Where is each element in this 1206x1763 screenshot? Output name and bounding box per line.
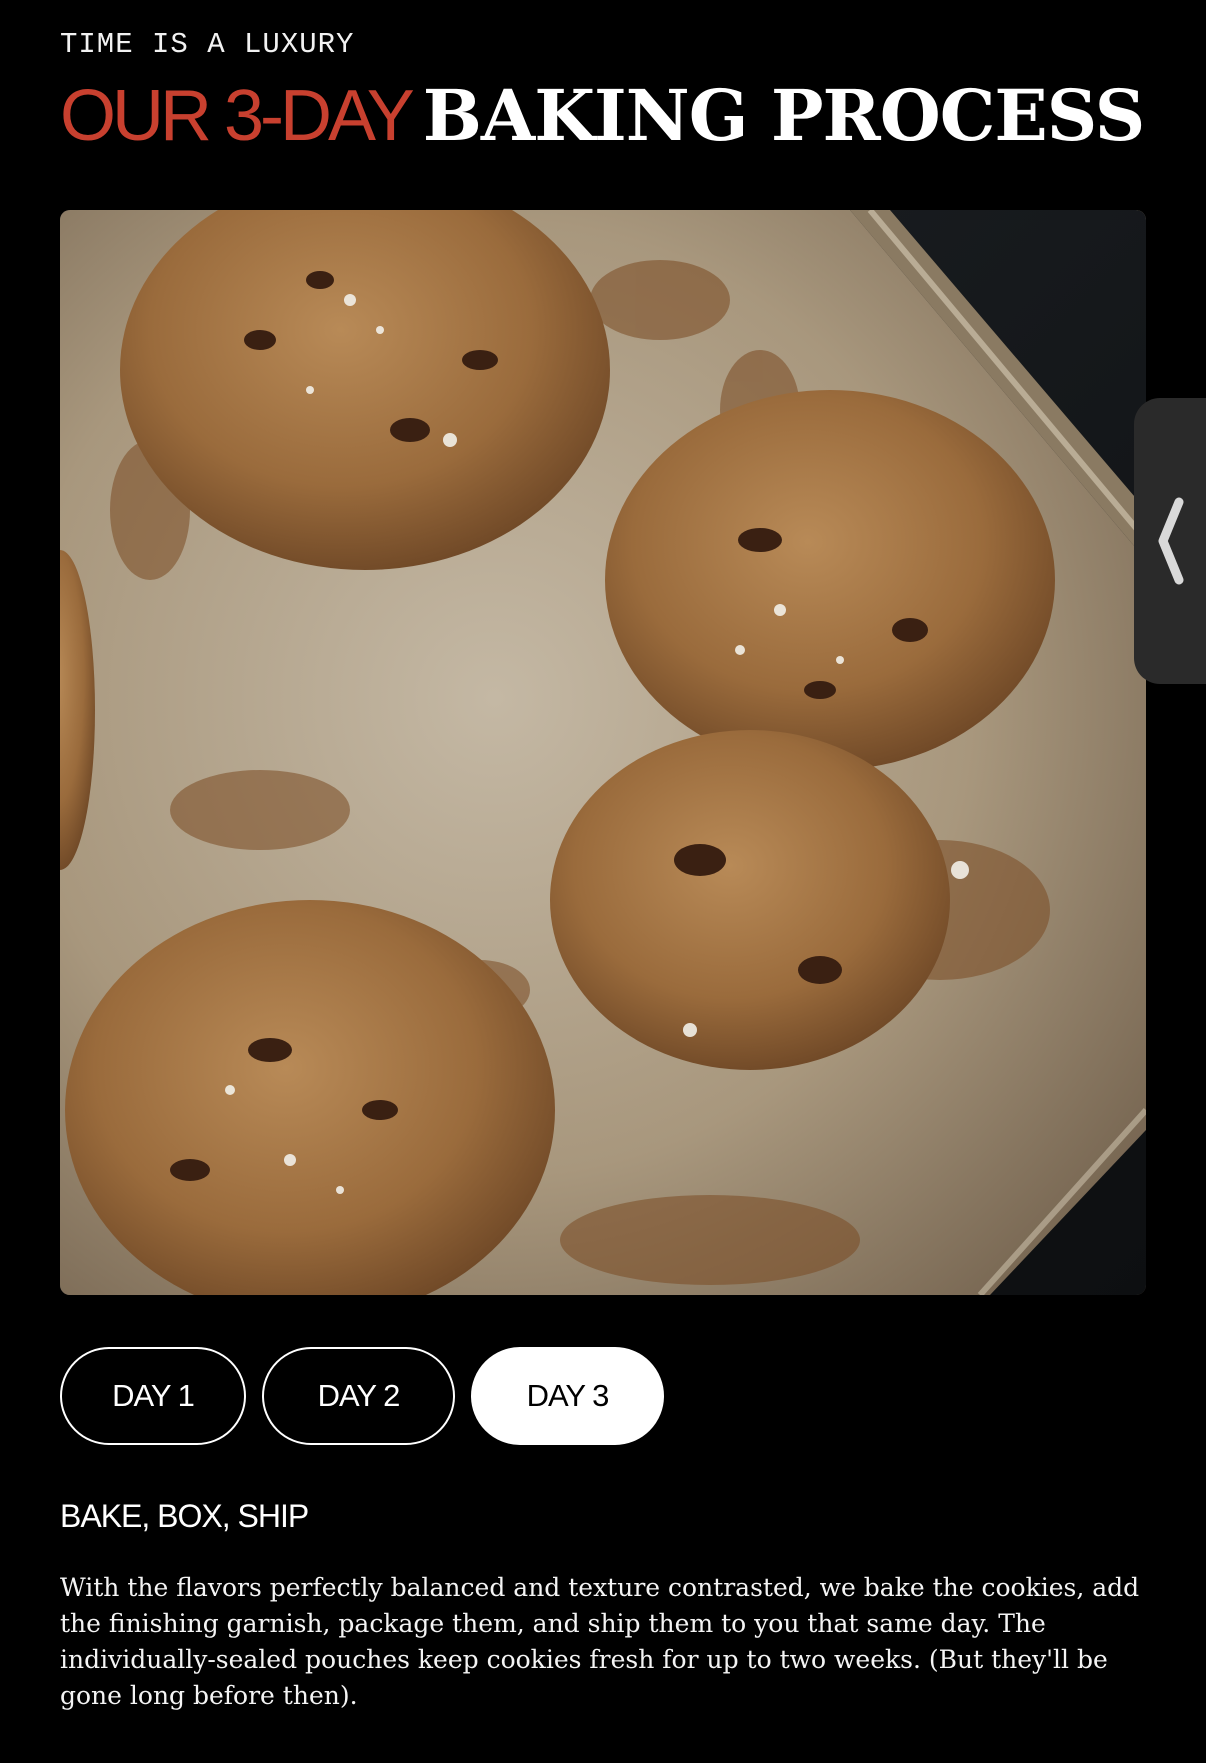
headline-rest: BAKING PROCESS: [422, 74, 1146, 157]
tab-day-1[interactable]: DAY 1: [60, 1347, 246, 1445]
day-tabs: DAY 1 DAY 2 DAY 3: [60, 1347, 664, 1445]
step-description: With the flavors perfectly balanced and …: [60, 1573, 1140, 1710]
page-title: OUR 3-DAY BAKING PROCESS: [60, 74, 1146, 157]
step-title: BAKE, BOX, SHIP: [60, 1498, 309, 1534]
eyebrow-text: TIME IS A LUXURY: [60, 28, 355, 61]
side-panel-toggle[interactable]: [1134, 398, 1206, 684]
cookies-photo-illustration: [60, 210, 1146, 1295]
hero-image: [60, 210, 1146, 1295]
chevron-left-icon: [1158, 497, 1184, 585]
tab-day-2[interactable]: DAY 2: [262, 1347, 455, 1445]
headline-accent: OUR 3-DAY: [60, 76, 415, 156]
tab-day-3[interactable]: DAY 3: [471, 1347, 664, 1445]
